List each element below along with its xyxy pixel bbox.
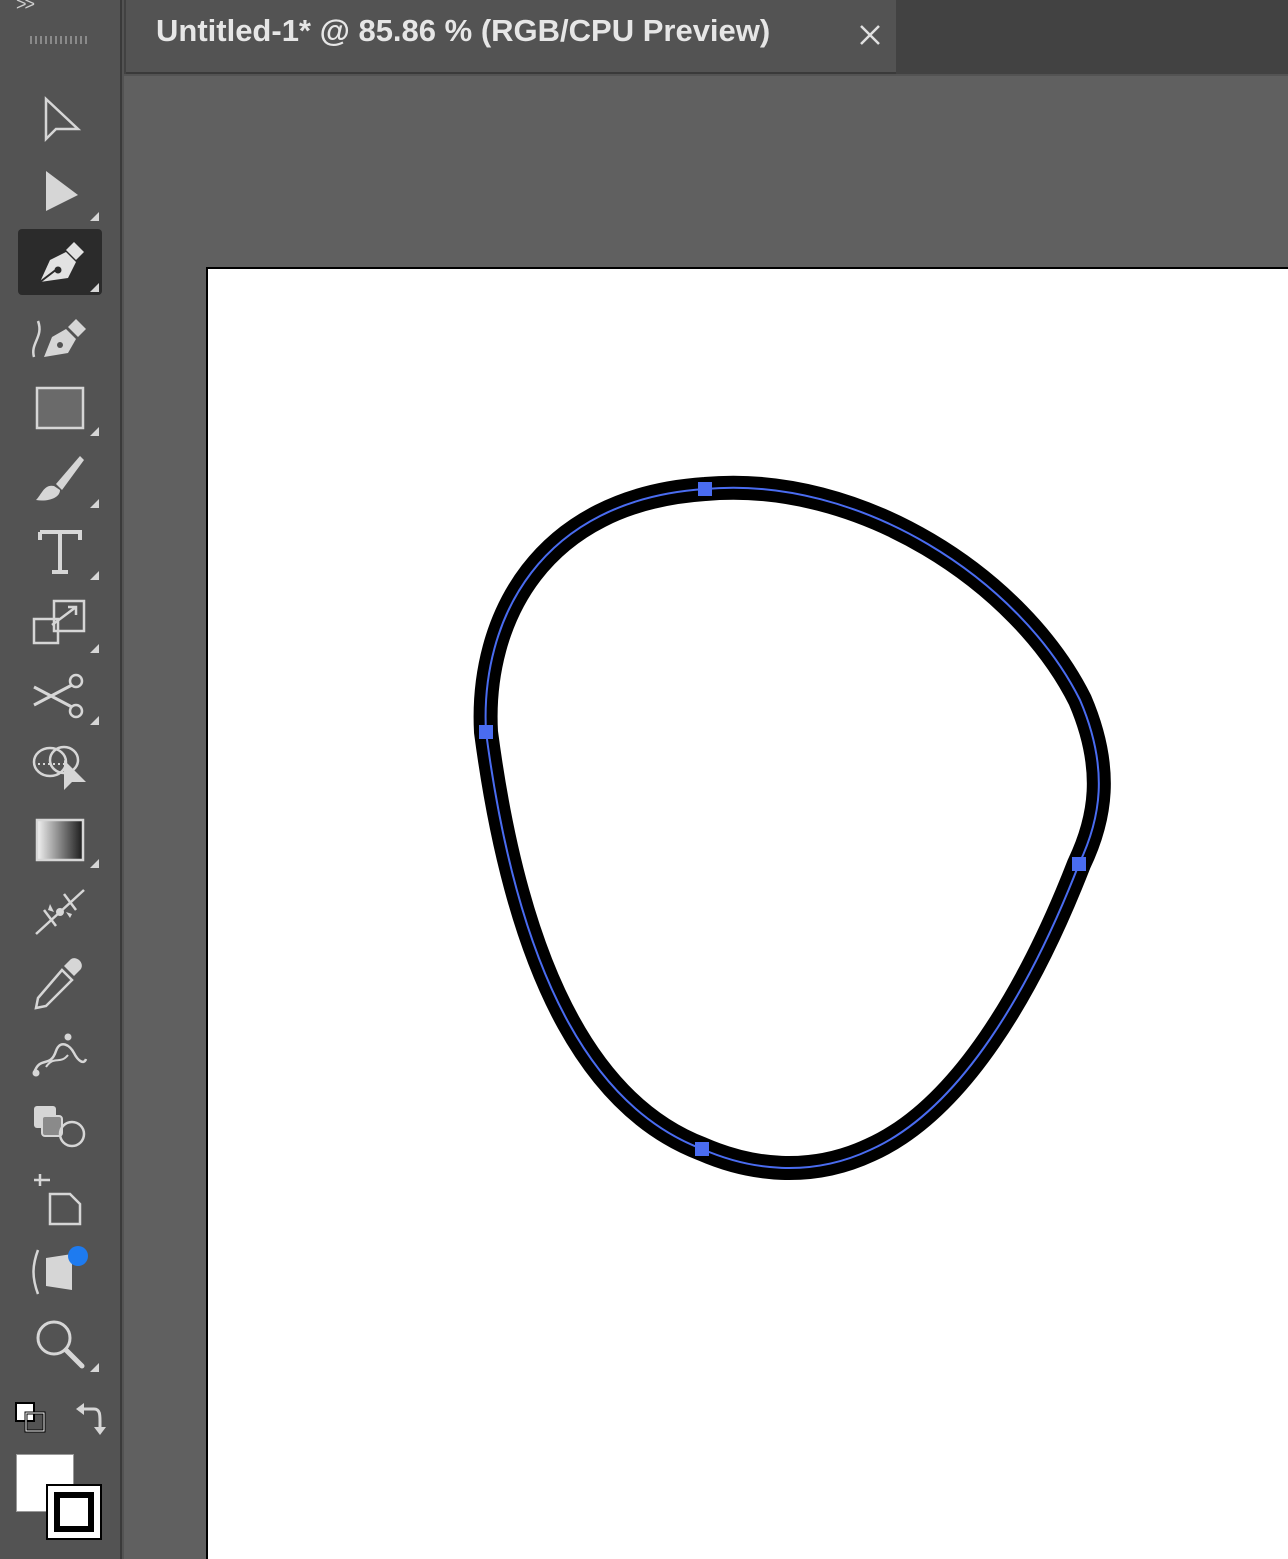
artboard[interactable] xyxy=(206,267,1288,1559)
submenu-indicator xyxy=(90,716,99,725)
puppet-warp-icon xyxy=(32,1246,88,1295)
submenu-indicator xyxy=(90,644,99,653)
submenu-indicator xyxy=(90,499,99,508)
submenu-indicator xyxy=(90,1363,99,1372)
scissors-icon xyxy=(33,673,84,719)
shape-builder-icon xyxy=(32,745,86,790)
curvature-pen-icon xyxy=(32,319,86,358)
scissors-tool[interactable] xyxy=(18,662,102,728)
pen-tool[interactable] xyxy=(18,229,102,295)
scale-icon xyxy=(32,599,86,645)
zoom-icon xyxy=(36,1320,85,1369)
submenu-indicator xyxy=(90,212,99,221)
scale-tool[interactable] xyxy=(18,590,102,656)
blend-tool[interactable] xyxy=(18,1020,102,1086)
eyedropper-icon xyxy=(34,958,82,1010)
document-tab-title: Untitled-1* @ 85.86 % (RGB/CPU Preview) xyxy=(156,13,771,48)
width-icon xyxy=(35,889,85,935)
eyedropper-tool[interactable] xyxy=(18,949,102,1015)
toolbar-grip[interactable] xyxy=(30,36,88,44)
direct-selection-arrow-icon xyxy=(46,171,78,211)
toolbar-collapse-button[interactable]: >> xyxy=(16,0,35,15)
gradient-icon xyxy=(35,818,85,862)
submenu-indicator xyxy=(90,859,99,868)
selection-arrow-icon xyxy=(44,96,82,143)
type-icon xyxy=(38,530,82,574)
illustrator-window: >> Untitled-1* @ 85.86 % (RGB/CPU Previe… xyxy=(0,0,1288,1559)
document-tab-bar: Untitled-1* @ 85.86 % (RGB/CPU Preview) xyxy=(124,0,1288,74)
zoom-tool[interactable] xyxy=(18,1309,102,1375)
puppet-warp-tool[interactable] xyxy=(18,1237,102,1303)
default-colors-button[interactable] xyxy=(12,1395,52,1439)
gradient-tool[interactable] xyxy=(18,805,102,871)
artboard-icon xyxy=(34,1174,82,1226)
selection-tool[interactable] xyxy=(18,88,102,154)
symbol-sprayer-icon xyxy=(34,1106,86,1148)
default-fill-stroke-icon xyxy=(15,1402,46,1433)
submenu-indicator xyxy=(90,571,99,580)
paintbrush-tool[interactable] xyxy=(18,445,102,511)
direct-selection-tool[interactable] xyxy=(18,158,102,224)
document-tab[interactable]: Untitled-1* @ 85.86 % (RGB/CPU Preview) xyxy=(126,0,896,74)
swap-colors-button[interactable] xyxy=(74,1395,114,1439)
artboard-tool[interactable] xyxy=(18,1165,102,1231)
rectangle-icon xyxy=(35,386,85,430)
symbol-sprayer-tool[interactable] xyxy=(18,1093,102,1159)
swap-fill-stroke-icon xyxy=(76,1403,106,1435)
submenu-indicator xyxy=(90,427,99,436)
paintbrush-icon xyxy=(36,456,84,501)
stroke-swatch-ring xyxy=(54,1492,94,1532)
type-tool[interactable] xyxy=(18,517,102,583)
pen-icon xyxy=(39,242,84,283)
curvature-tool[interactable] xyxy=(18,302,102,368)
rectangle-tool[interactable] xyxy=(18,373,102,439)
submenu-indicator xyxy=(90,283,99,292)
close-icon[interactable] xyxy=(852,17,888,53)
tools-panel: >> xyxy=(0,0,122,1559)
blend-icon xyxy=(32,1033,88,1077)
width-tool[interactable] xyxy=(18,877,102,943)
stroke-color-swatch[interactable] xyxy=(46,1484,102,1540)
shape-builder-tool[interactable] xyxy=(18,733,102,799)
